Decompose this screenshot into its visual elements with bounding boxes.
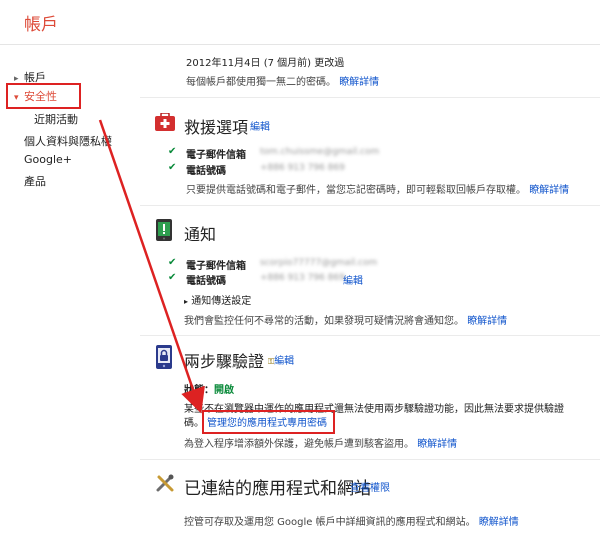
learn-more-link[interactable]: 瞭解詳情 xyxy=(529,185,569,196)
check-icon: ✔ xyxy=(168,257,177,268)
notify-phone-value: +886 913 796 869 xyxy=(260,273,345,283)
sidebar-item-security[interactable]: ▾ 安全性 xyxy=(6,83,81,109)
edit-two-step-link[interactable]: ⚿編輯 xyxy=(268,352,294,367)
tools-icon xyxy=(155,473,175,497)
sidebar-item-label: 安全性 xyxy=(24,90,57,103)
recovery-email-value: tom.chuissme@gmail.com xyxy=(260,147,380,157)
learn-more-link[interactable]: 瞭解詳情 xyxy=(467,316,507,327)
recovery-phone-label: 電話號碼 xyxy=(186,166,226,177)
top-bar xyxy=(0,0,600,44)
edit-phone-link[interactable]: 編輯 xyxy=(343,272,363,287)
connected-apps-note: 控管可存取及運用您 Google 帳戶中詳細資訊的應用程式和網站。 瞭解詳情 xyxy=(184,517,519,528)
two-step-title: 兩步驟驗證 xyxy=(184,352,265,371)
sidebar-item-label: 產品 xyxy=(24,175,46,188)
first-aid-kit-icon xyxy=(155,112,175,135)
sidebar-item-label: 個人資料與隱私權 xyxy=(24,135,112,148)
notifications-title: 通知 xyxy=(184,225,217,244)
section-divider xyxy=(140,205,600,206)
recovery-note: 只要提供電話號碼和電子郵件，當您忘記密碼時，即可輕鬆取回帳戶存取權。 瞭解詳情 xyxy=(186,185,570,196)
sidebar-item-profile-privacy[interactable]: 個人資料與隱私權 xyxy=(24,133,112,149)
learn-more-link[interactable]: 瞭解詳情 xyxy=(417,439,457,450)
phone-alert-icon xyxy=(156,219,172,245)
sidebar: ▸ 帳戶 ▾ 安全性 近期活動 個人資料與隱私權 Google+ 產品 xyxy=(0,45,140,536)
connected-apps-title: 已連結的應用程式和網站 xyxy=(184,479,371,499)
learn-more-link[interactable]: 瞭解詳情 xyxy=(479,517,519,528)
notify-email-value: scorpio77777@gmail.com xyxy=(260,258,378,268)
notification-delivery-toggle[interactable]: ▸ 通知傳送設定 xyxy=(184,292,251,307)
recovery-phone-value: +886 913 796 869 xyxy=(260,163,345,173)
collapse-arrow-icon: ▾ xyxy=(14,93,19,103)
check-icon: ✔ xyxy=(168,162,177,173)
section-divider xyxy=(140,459,600,460)
main-content: 2012年11月4日 (7 個月前) 更改過 每個帳戶都使用獨一無二的密碼。 瞭… xyxy=(140,45,600,536)
password-note: 每個帳戶都使用獨一無二的密碼。 瞭解詳情 xyxy=(186,77,380,88)
sidebar-item-google-plus[interactable]: Google+ xyxy=(24,153,72,166)
manage-app-passwords-link[interactable]: 管理您的應用程式專用密碼 xyxy=(202,410,335,434)
sidebar-item-products[interactable]: 產品 xyxy=(24,173,46,189)
two-step-status: 狀態：開啟 xyxy=(184,385,234,396)
notify-email-label: 電子郵件信箱 xyxy=(186,261,246,272)
two-step-description-cont: 碼。 xyxy=(184,418,204,429)
check-icon: ✔ xyxy=(168,146,177,157)
phone-lock-icon xyxy=(155,345,173,373)
view-permissions-link[interactable]: 查看權限 xyxy=(350,479,390,494)
learn-more-link[interactable]: 瞭解詳情 xyxy=(339,77,379,88)
two-step-note: 為登入程序增添額外保護，避免帳戶遭到駭客盜用。 瞭解詳情 xyxy=(184,439,458,450)
recovery-options-title: 救援選項 xyxy=(184,118,249,137)
sidebar-item-label: Google+ xyxy=(24,153,73,166)
recovery-email-label: 電子郵件信箱 xyxy=(186,150,246,161)
expand-arrow-icon: ▸ xyxy=(184,297,189,306)
status-value: 開啟 xyxy=(214,385,234,396)
app-title: 帳戶 xyxy=(24,15,58,35)
password-changed-date: 2012年11月4日 (7 個月前) 更改過 xyxy=(186,58,345,69)
sidebar-item-recent-activity[interactable]: 近期活動 xyxy=(34,111,78,127)
section-divider xyxy=(140,97,600,98)
edit-recovery-link[interactable]: 編輯 xyxy=(250,118,270,133)
section-divider xyxy=(140,335,600,336)
check-icon: ✔ xyxy=(168,272,177,283)
sidebar-item-label: 近期活動 xyxy=(34,113,78,126)
notify-phone-label: 電話號碼 xyxy=(186,276,226,287)
notify-note: 我們會監控任何不尋常的活動，如果發現可疑情況將會通知您。 瞭解詳情 xyxy=(184,316,508,327)
